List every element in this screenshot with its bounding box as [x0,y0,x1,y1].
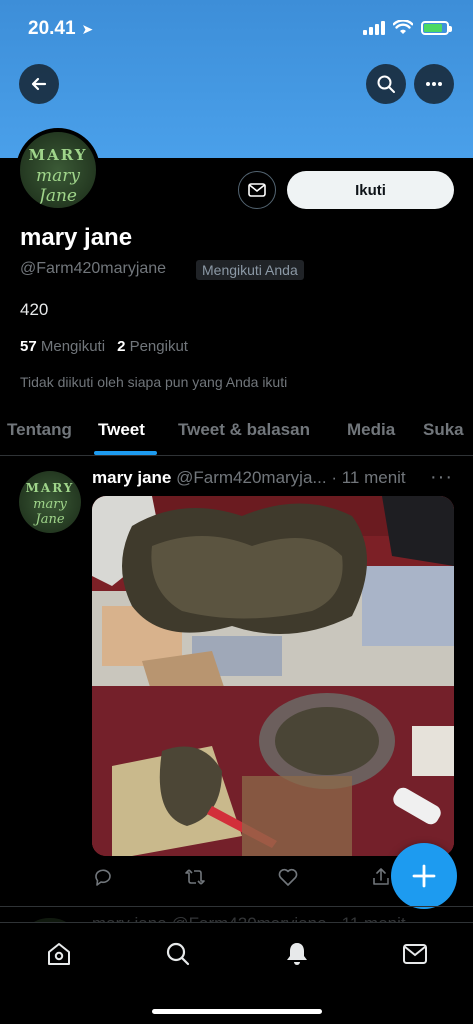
not-followed-note: Tidak diikuti oleh siapa pun yang Anda i… [20,374,288,390]
nav-home[interactable] [44,939,74,969]
tweet-avatar[interactable]: MARY mary Jane [19,471,81,533]
profile-stats: 57 Mengikuti 2 Pengikut [20,338,188,355]
signal-icon [363,20,385,35]
follow-button[interactable]: Ikuti [287,171,454,209]
tweet-photo[interactable] [92,496,454,856]
message-button[interactable] [238,171,276,209]
compose-tweet-button[interactable] [391,843,457,909]
tweet-author-handle: @Farm420maryja... [176,468,327,487]
plus-icon [412,864,436,888]
mail-icon [248,183,266,197]
profile-handle: @Farm420maryjane [20,260,167,277]
status-time: 20.41 ➤ [28,18,93,40]
heart-icon [278,868,298,886]
tweet-more-button[interactable]: ··· [430,466,453,489]
wifi-icon [393,20,413,34]
mail-icon [403,944,427,964]
retweet-icon [185,869,205,885]
active-tab-indicator [94,451,157,455]
avatar-logo-script: mary Jane [36,166,80,206]
share-icon [373,868,389,885]
tab-media[interactable]: Media [347,420,395,440]
back-button[interactable] [19,64,59,104]
tweet-divider [0,906,473,907]
arrow-left-icon [31,77,47,91]
tab-tweets-replies[interactable]: Tweet & balasan [178,420,310,440]
following-stat[interactable]: 57 Mengikuti [20,338,105,355]
profile-name: mary jane [20,224,133,251]
search-button[interactable] [366,64,406,104]
tweet-actions [92,866,402,890]
nav-messages[interactable] [400,939,430,969]
follows-you-badge: Mengikuti Anda [196,260,304,280]
tab-likes[interactable]: Suka [423,420,464,440]
share-button[interactable] [370,866,392,893]
reply-button[interactable] [92,866,114,893]
status-icons [363,20,452,35]
retweet-button[interactable] [184,866,206,893]
tweet-header: mary jane @Farm420maryja... · 11 menit [92,468,422,488]
bell-icon [287,943,307,965]
search-icon [377,75,395,93]
like-button[interactable] [277,866,299,893]
reply-icon [95,869,111,886]
status-time-text: 20.41 [28,18,76,39]
more-button[interactable] [414,64,454,104]
home-icon [48,943,70,965]
tab-tweets[interactable]: Tweet [98,420,145,440]
more-icon [426,82,442,86]
avatar-logo-script: mary Jane [33,497,67,527]
profile-avatar[interactable]: MARY mary Jane [16,128,100,212]
tab-about[interactable]: Tentang [7,420,72,440]
avatar-logo-top: MARY [25,481,75,495]
status-bar: 20.41 ➤ [0,0,473,60]
profile-bio: 420 [20,300,49,319]
search-icon [166,942,190,966]
battery-icon [421,20,452,35]
home-indicator [152,1009,322,1014]
tweet-time: · 11 menit [331,468,406,487]
nav-search[interactable] [163,939,193,969]
location-arrow-icon: ➤ [81,21,94,37]
profile-tabs: Tentang Tweet Tweet & balasan Media Suka [0,406,473,456]
avatar-logo-top: MARY [28,146,88,164]
nav-notifications[interactable] [282,939,312,969]
bottom-navigation [0,922,473,1024]
tweet-author-name[interactable]: mary jane [92,468,171,487]
tweet-photo-content [92,496,454,856]
followers-stat[interactable]: 2 Pengikut [117,338,188,355]
